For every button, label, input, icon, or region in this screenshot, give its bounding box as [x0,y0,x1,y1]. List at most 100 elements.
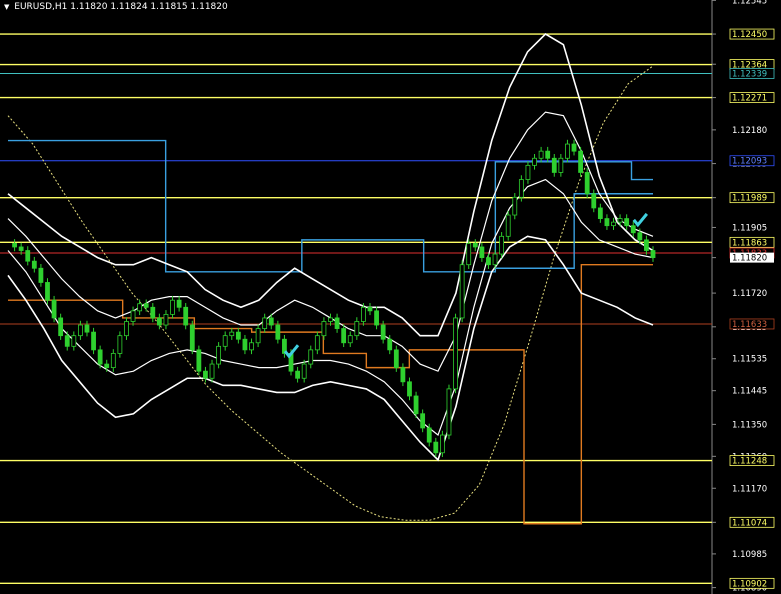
candle-body [637,232,643,241]
level-price-label: 1.11633 [732,320,767,330]
candle-body [393,349,399,369]
candle-body [249,342,254,351]
candle-body [163,313,169,326]
current-price-label: 1.11820 [732,254,767,264]
candle-body [426,427,432,443]
candle-body [604,218,610,227]
y-tick-label: 1.11535 [732,355,767,365]
candle-body [262,317,268,329]
candle-body [420,413,426,429]
candle-body [387,338,393,351]
candle-body [565,143,570,159]
candle-body [295,370,300,379]
candle-body [591,193,597,209]
candle-body [170,299,175,315]
candle-body [328,317,333,322]
level-price-label: 1.11989 [732,194,767,204]
candle-body [242,338,248,351]
level-price-label: 1.11248 [732,457,767,467]
candle-body [367,306,373,312]
candle-body [222,335,228,347]
chart-window: 1.125451.124501.123651.122711.121801.120… [0,0,781,594]
candle-body [518,179,524,198]
candle-body [611,221,616,227]
candle-body [644,239,649,251]
candle-body [571,143,577,152]
y-tick-label: 1.12545 [732,0,767,6]
check-mark-icon [632,212,648,228]
candle-body [143,303,149,308]
symbol-label: EURUSD,H1 [14,2,68,12]
candle-body [64,335,70,347]
level-price-label: 1.12450 [732,30,767,40]
candle-body [268,317,274,326]
candle-body [466,243,472,266]
candle-body [551,157,557,173]
candle-body [84,324,90,333]
band-outer-lower [7,235,654,462]
candle-body [150,306,156,319]
candle-body [439,434,445,454]
blue-channel-lower [495,193,653,269]
candle-body [12,243,17,248]
candle-body [334,317,340,329]
candle-body [486,257,491,266]
candle-body [314,335,320,351]
price-chart[interactable]: 1.125451.124501.123651.122711.121801.120… [0,0,781,594]
candle-body [91,331,96,351]
candle-body [130,310,136,322]
candle-body [196,349,202,372]
candle-body [38,267,44,283]
candle-body [479,246,485,259]
band-inner-lower [7,178,654,437]
candle-body [51,299,57,319]
candle-body [413,395,419,415]
candle-body [624,218,630,227]
level-price-label: 1.12093 [732,157,767,167]
candle-body [77,324,83,337]
candle-body [374,310,379,326]
candle-body [18,246,24,251]
candle-body [183,306,189,326]
y-tick-label: 1.11445 [732,387,767,397]
candle-body [110,353,116,369]
y-tick-label: 1.11350 [732,420,767,430]
level-price-label: 1.12271 [732,94,767,104]
level-price-label: 1.12339 [732,69,767,79]
candle-body [545,150,551,159]
candle-body [499,235,505,255]
candle-body [584,172,590,195]
candle-body [189,324,195,351]
candle-body [650,250,656,259]
candle-body [597,207,603,219]
candle-body [275,324,281,340]
candle-body [301,363,307,379]
candle-body [58,317,64,337]
y-tick-label: 1.11720 [732,289,767,299]
candle-body [156,317,162,326]
band-inner-upper [7,111,654,372]
candle-body [407,381,412,397]
chart-header: ▼ EURUSD,H1 1.11820 1.11824 1.11815 1.11… [4,2,228,12]
candle-body [31,260,37,269]
candle-body [400,367,406,383]
collapse-triangle-icon[interactable]: ▼ [4,3,9,11]
y-tick-label: 1.12180 [732,126,767,136]
level-price-label: 1.11074 [732,518,767,528]
candle-body [124,321,129,337]
candle-body [97,349,103,365]
candle-body [341,328,347,344]
candle-body [25,250,31,262]
candle-body [630,225,636,234]
y-tick-label: 1.10985 [732,550,767,560]
level-price-label: 1.10902 [732,579,767,589]
candle-body [472,243,478,248]
candle-body [558,157,564,173]
candle-body [361,306,366,322]
orange-channel [8,264,653,525]
candle-body [45,282,50,301]
y-tick-label: 1.11905 [732,223,767,233]
candle-body [176,299,182,308]
candle-body [321,321,327,337]
candle-body [538,150,544,159]
